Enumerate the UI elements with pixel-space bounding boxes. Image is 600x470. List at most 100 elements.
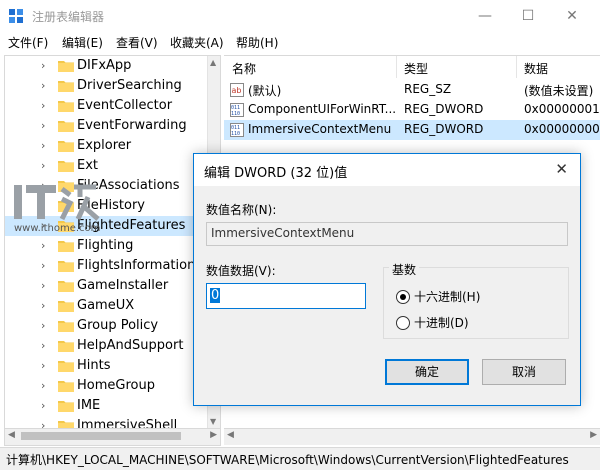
tree-item-label[interactable]: GameInstaller [77, 278, 168, 293]
tree-item[interactable]: › Hints [5, 356, 205, 376]
chevron-right-icon[interactable]: › [41, 319, 51, 333]
tree-item[interactable]: › GameInstaller [5, 276, 205, 296]
chevron-right-icon[interactable]: › [41, 359, 51, 373]
tree-item-label[interactable]: EventCollector [77, 98, 172, 113]
cancel-button[interactable]: 取消 [482, 359, 566, 385]
value-data: (数值未设置) [524, 84, 594, 98]
value-name-label: 数值名称(N): [206, 203, 277, 217]
value-type: REG_DWORD [404, 122, 484, 136]
radio-hex[interactable] [396, 290, 410, 304]
tree-item-label[interactable]: EventForwarding [77, 118, 187, 133]
column-header-data[interactable]: 数据 [524, 60, 548, 77]
radio-hex-label[interactable]: 十六进制(H) [414, 288, 480, 305]
tree-item[interactable]: › DIFxApp [5, 56, 205, 76]
tree-item[interactable]: › HelpAndSupport [5, 336, 205, 356]
value-data: 0x00000001 [524, 102, 600, 116]
folder-icon [58, 381, 74, 392]
scroll-left-icon[interactable]: ◀ [8, 430, 15, 440]
value-name-field: ImmersiveContextMenu [206, 222, 568, 246]
tree-item-label[interactable]: Ext [77, 158, 98, 173]
tree-item[interactable]: › EventCollector [5, 96, 205, 116]
tree-item-label[interactable]: FlightsInformation [77, 258, 195, 273]
menu-help[interactable]: 帮助(H) [236, 34, 278, 51]
chevron-right-icon[interactable]: › [41, 99, 51, 113]
scroll-right-icon[interactable]: ▶ [210, 430, 217, 440]
watermark-url: www.ithome.com [14, 223, 101, 234]
chevron-right-icon[interactable]: › [41, 279, 51, 293]
value-row[interactable]: 011 110 ComponentUIForWinRT... REG_DWORD 0x0… [224, 100, 600, 120]
menu-file[interactable]: 文件(F) [8, 34, 48, 51]
value-name[interactable]: (默认) [248, 82, 398, 99]
tree-item-label[interactable]: HomeGroup [77, 378, 155, 393]
tree-item[interactable]: › FlightsInformation [5, 256, 205, 276]
scroll-left-icon[interactable]: ◀ [227, 430, 234, 440]
folder-icon [58, 341, 74, 352]
tree-item[interactable]: › Explorer [5, 136, 205, 156]
chevron-right-icon[interactable]: › [41, 119, 51, 133]
regedit-app-icon [9, 9, 23, 23]
chevron-right-icon[interactable]: › [41, 59, 51, 73]
radio-decimal[interactable] [396, 316, 410, 330]
value-data: 0x00000000 [524, 122, 600, 136]
tree-item-label[interactable]: IME [77, 398, 100, 413]
value-data-text[interactable]: 0 [210, 288, 221, 303]
menu-edit[interactable]: 编辑(E) [62, 34, 103, 51]
chevron-right-icon[interactable]: › [41, 379, 51, 393]
scroll-up-icon[interactable]: ▲ [210, 58, 216, 67]
tree-item-label[interactable]: GameUX [77, 298, 134, 313]
chevron-right-icon[interactable]: › [41, 239, 51, 253]
dialog-close-icon[interactable]: ✕ [555, 160, 568, 178]
tree-item[interactable]: › DriverSearching [5, 76, 205, 96]
tree-item[interactable]: › GameUX [5, 296, 205, 316]
minimize-button[interactable]: — [462, 0, 508, 32]
menu-view[interactable]: 查看(V) [116, 34, 158, 51]
value-data-input[interactable]: 0 [206, 283, 366, 309]
folder-icon [58, 321, 74, 332]
scroll-right-icon[interactable]: ▶ [590, 430, 597, 440]
tree-item[interactable]: › Group Policy [5, 316, 205, 336]
registry-key-tree[interactable]: › DIFxApp › DriverSearching › EventCollector ›… [4, 55, 221, 429]
tree-item[interactable]: › EventForwarding [5, 116, 205, 136]
scroll-thumb[interactable] [21, 432, 181, 440]
folder-icon [58, 241, 74, 252]
close-button[interactable]: ✕ [549, 0, 595, 32]
menu-favorites[interactable]: 收藏夹(A) [170, 34, 224, 51]
chevron-right-icon[interactable]: › [41, 339, 51, 353]
column-divider[interactable] [396, 56, 397, 78]
tree-item-label[interactable]: DriverSearching [77, 78, 182, 93]
scroll-down-icon[interactable]: ▼ [210, 417, 216, 426]
folder-icon [58, 101, 74, 112]
column-divider[interactable] [516, 56, 517, 78]
maximize-button[interactable]: ☐ [505, 0, 551, 32]
ab-string-icon: ab [230, 83, 244, 97]
tree-item-label[interactable]: DIFxApp [77, 58, 131, 73]
status-bar: 计算机\HKEY_LOCAL_MACHINE\SOFTWARE\Microsof… [0, 447, 600, 470]
value-name[interactable]: ComponentUIForWinRT... [248, 102, 398, 116]
chevron-right-icon[interactable]: › [41, 79, 51, 93]
chevron-right-icon[interactable]: › [41, 399, 51, 413]
tree-horizontal-scrollbar[interactable]: ◀ ▶ [4, 428, 221, 446]
chevron-right-icon[interactable]: › [41, 299, 51, 313]
value-name-text: ImmersiveContextMenu [211, 226, 355, 240]
svg-text:110: 110 [231, 131, 240, 137]
ok-button[interactable]: 确定 [385, 359, 469, 385]
tree-item-label[interactable]: Explorer [77, 138, 131, 153]
column-header-type[interactable]: 类型 [404, 60, 428, 77]
tree-item-label[interactable]: HelpAndSupport [77, 338, 183, 353]
chevron-right-icon[interactable]: › [41, 139, 51, 153]
tree-item[interactable]: › Ext [5, 156, 205, 176]
tree-item[interactable]: › Flighting [5, 236, 205, 256]
tree-item[interactable]: › IME [5, 396, 205, 416]
chevron-right-icon[interactable]: › [41, 259, 51, 273]
chevron-right-icon[interactable]: › [41, 159, 51, 173]
tree-item-label[interactable]: Flighting [77, 238, 133, 253]
value-row[interactable]: ab (默认) REG_SZ (数值未设置) [224, 80, 600, 100]
list-horizontal-scrollbar[interactable]: ◀ ▶ [224, 428, 600, 445]
column-header-name[interactable]: 名称 [232, 60, 256, 77]
tree-item[interactable]: › HomeGroup [5, 376, 205, 396]
tree-item-label[interactable]: Group Policy [77, 318, 158, 333]
radio-decimal-label[interactable]: 十进制(D) [414, 314, 469, 331]
value-name[interactable]: ImmersiveContextMenu [248, 122, 398, 136]
value-row[interactable]: 011 110 ImmersiveContextMenu REG_DWORD 0x000… [224, 120, 600, 140]
tree-item-label[interactable]: Hints [77, 358, 111, 373]
